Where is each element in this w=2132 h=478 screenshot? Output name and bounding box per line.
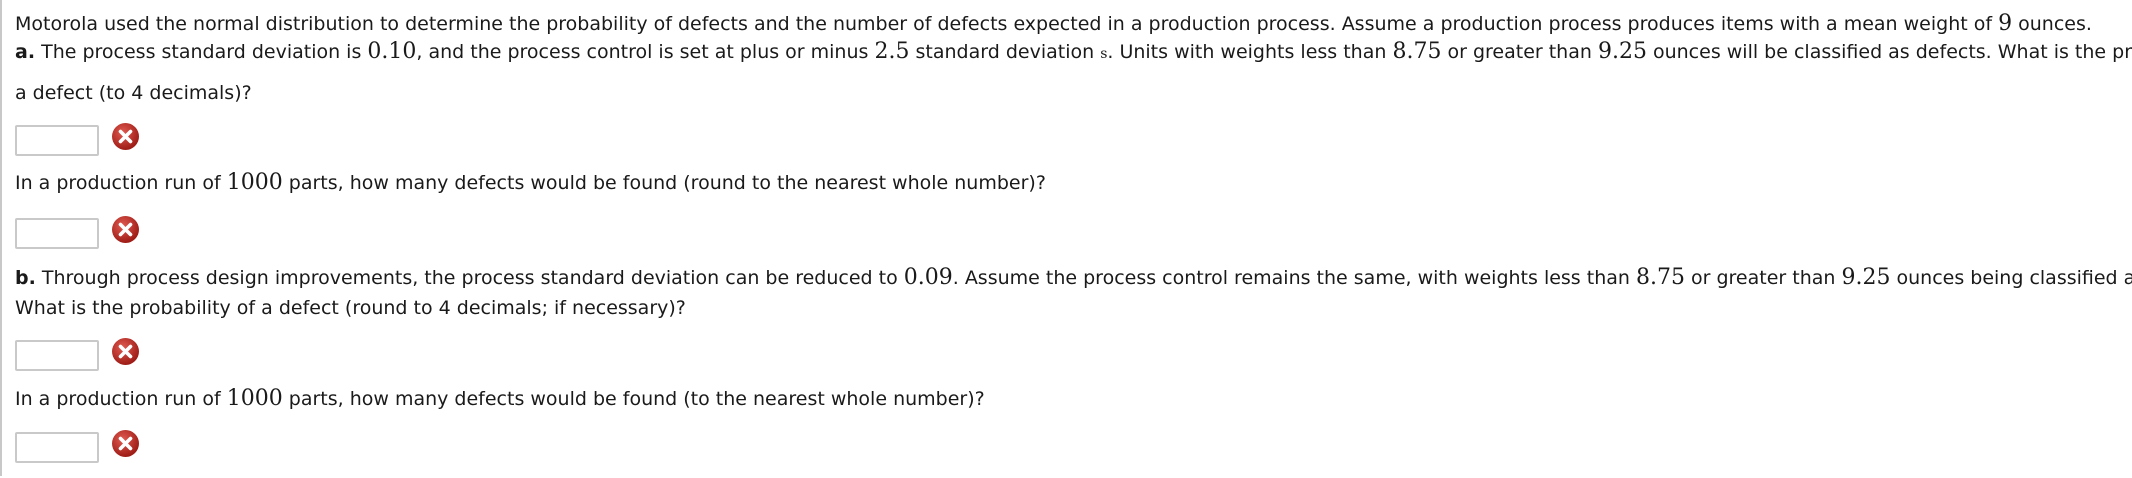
part-b-label: b. (15, 267, 36, 289)
lower-limit-value: 8.75 (1635, 265, 1685, 290)
question-text-part: In a production run of (15, 388, 227, 410)
answer-input-b-probability[interactable] (15, 340, 99, 371)
question-text-part: In a production run of (15, 172, 227, 194)
part-b-question-line2: What is the probability of a defect (rou… (15, 297, 686, 319)
answer-input-b-defects[interactable] (15, 432, 99, 463)
question-text-part: parts, how many defects would be found (… (282, 388, 985, 410)
mean-weight-value: 9 (1998, 11, 2013, 36)
intro-text-part: Motorola used the normal distribution to… (15, 13, 1999, 35)
part-a-label: a. (15, 41, 36, 63)
question-text-part: The process standard deviation is (35, 41, 368, 63)
intro-text-part: ounces. (2012, 13, 2092, 35)
question-text-part: ounces will be classified as defects. Wh… (1652, 41, 2132, 63)
std-dev-value: 0.10 (367, 39, 417, 64)
lower-limit-value: 8.75 (1392, 39, 1442, 64)
question-text-part: or greater than (1441, 41, 1598, 63)
incorrect-x-icon (112, 430, 139, 457)
answer-input-a-defects[interactable] (15, 218, 99, 249)
question-text-part: standard deviation (909, 41, 1101, 63)
part-b-defects-question: In a production run of 1000 parts, how m… (15, 384, 985, 414)
part-a-defects-question: In a production run of 1000 parts, how m… (15, 168, 1046, 198)
incorrect-x-icon (112, 338, 139, 365)
upper-limit-value: 9.25 (1597, 39, 1647, 64)
answer-row-b-probability (15, 338, 155, 376)
intro-text: Motorola used the normal distribution to… (15, 9, 2092, 39)
part-a-question-line2: a defect (to 4 decimals)? (15, 82, 252, 104)
answer-row-a-defects (15, 216, 155, 254)
production-run-value: 1000 (226, 170, 283, 195)
answer-row-b-defects (15, 430, 155, 468)
question-text-part: . Assume the process control remains the… (952, 267, 1636, 289)
production-run-value: 1000 (226, 386, 283, 411)
incorrect-x-icon (112, 216, 139, 243)
question-text-part: ounces being classified as defects. (1896, 267, 2132, 289)
part-a-question: a. The process standard deviation is 0.1… (15, 37, 2132, 69)
answer-input-a-probability[interactable] (15, 125, 99, 156)
question-text-part: parts, how many defects would be found (… (282, 172, 1046, 194)
question-text-part: , and the process control is set at plus… (416, 41, 875, 63)
question-text-part: or greater than (1684, 267, 1842, 289)
question-text-part: Through process design improvements, the… (35, 267, 904, 289)
upper-limit-value: 9.25 (1841, 265, 1891, 290)
std-dev-value: 0.09 (903, 265, 953, 290)
incorrect-x-icon (112, 123, 139, 150)
part-b-question: b. Through process design improvements, … (15, 263, 2132, 293)
answer-row-a-probability (15, 123, 155, 161)
question-text-part: . Units with weights less than (1107, 41, 1393, 63)
control-limit-value: 2.5 (874, 39, 910, 64)
